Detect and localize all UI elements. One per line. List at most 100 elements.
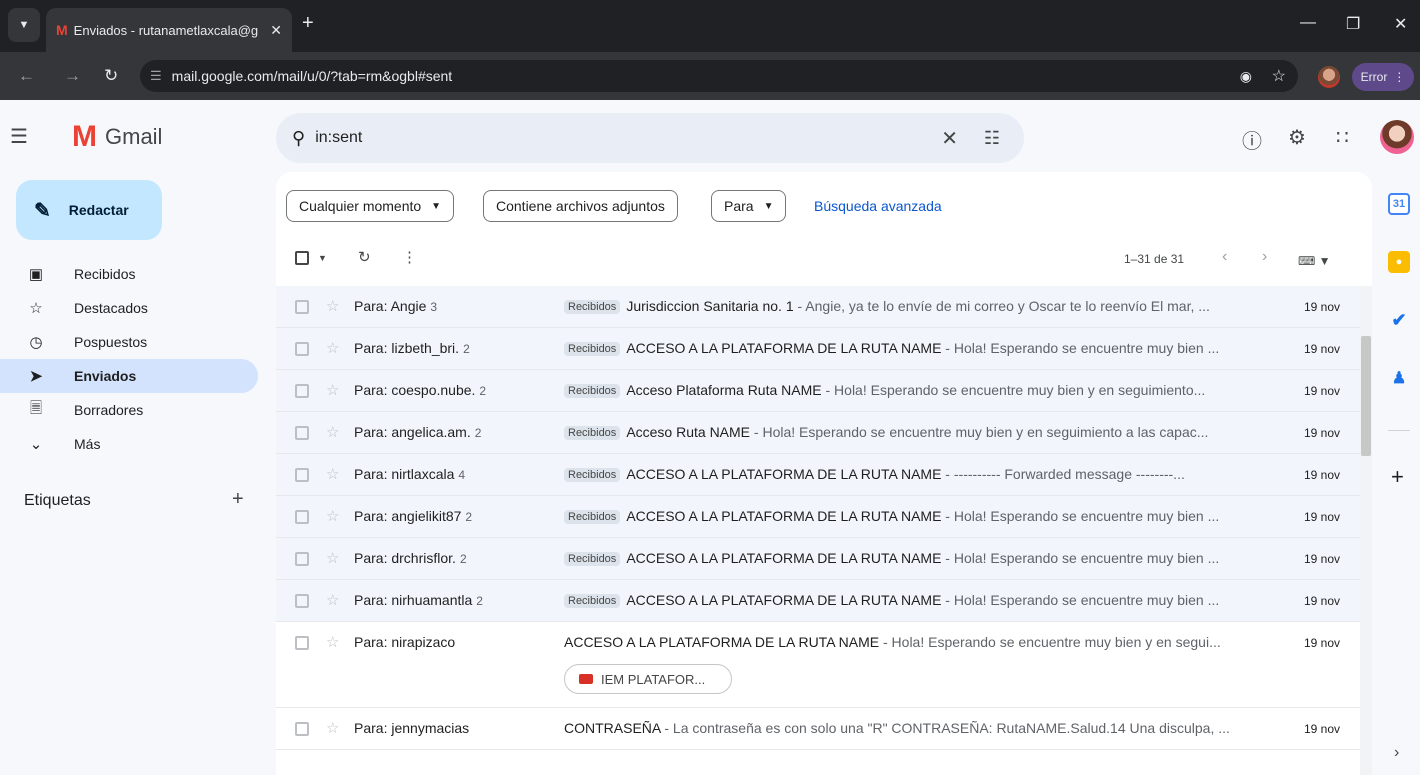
- bookmark-star-icon[interactable]: ☆: [1272, 66, 1286, 86]
- row-star-icon[interactable]: ☆: [326, 591, 339, 609]
- email-row[interactable]: ☆ Para: drchrisflor. 2 Recibidos ACCESO A …: [276, 538, 1360, 580]
- filter-chip-time[interactable]: Cualquier momento ▼: [286, 190, 455, 222]
- keep-icon[interactable]: ●: [1388, 251, 1410, 273]
- select-caret-icon[interactable]: ▼: [318, 253, 327, 263]
- thread-count: 4: [458, 468, 466, 482]
- forward-icon[interactable]: →: [64, 66, 81, 86]
- window-close-icon[interactable]: ✕: [1394, 14, 1407, 34]
- help-icon[interactable]: ⓘ: [1242, 125, 1262, 154]
- browser-toolbar: ← → ↻ ☰ mail.google.com/mail/u/0/?tab=rm…: [0, 52, 1420, 100]
- row-checkbox[interactable]: [295, 468, 309, 482]
- add-label-icon[interactable]: +: [232, 488, 244, 511]
- back-icon[interactable]: ←: [18, 66, 35, 86]
- row-star-icon[interactable]: ☆: [326, 465, 339, 483]
- row-star-icon[interactable]: ☆: [326, 339, 339, 357]
- app-name: Gmail: [105, 124, 163, 149]
- row-checkbox[interactable]: [295, 552, 309, 566]
- row-star-icon[interactable]: ☆: [326, 633, 339, 651]
- reload-icon[interactable]: ↻: [104, 66, 118, 86]
- site-info-icon[interactable]: ☰: [150, 68, 162, 84]
- email-summary: Recibidos ACCESO A LA PLATAFORMA DE LA RU…: [564, 592, 1244, 608]
- email-row[interactable]: ☆ Para: nirtlaxcala 4 Recibidos ACCESO A L…: [276, 454, 1360, 496]
- sidebar-item-enviados[interactable]: ➤ Enviados: [0, 359, 258, 393]
- email-row[interactable]: ☆ Para: angielikit87 2 Recibidos ACCESO A …: [276, 496, 1360, 538]
- prev-page-icon[interactable]: ‹: [1222, 248, 1227, 266]
- restore-icon[interactable]: ❐: [1346, 14, 1360, 34]
- row-star-icon[interactable]: ☆: [326, 297, 339, 315]
- close-tab-icon[interactable]: ✕: [270, 22, 282, 39]
- more-options-icon[interactable]: ⋮: [402, 248, 417, 266]
- search-bar[interactable]: ⚲ in:sent ✕ ☷: [276, 113, 1024, 163]
- expand-side-panel-icon[interactable]: ›: [1394, 744, 1399, 762]
- row-checkbox[interactable]: [295, 426, 309, 440]
- email-row[interactable]: ☆ Para: angelica.am. 2 Recibidos Acceso Ru…: [276, 412, 1360, 454]
- row-checkbox[interactable]: [295, 384, 309, 398]
- email-snippet: - Hola! Esperando se encuentre muy bien …: [941, 592, 1220, 608]
- mail-list-panel: Cualquier momento ▼ Contiene archivos ad…: [276, 172, 1372, 775]
- email-row[interactable]: ☆ Para: Angie 3 Recibidos Jurisdiccion San…: [276, 286, 1360, 328]
- email-subject: ACCESO A LA PLATAFORMA DE LA RUTA NAME: [626, 340, 942, 356]
- error-button[interactable]: Error ⋮: [1352, 63, 1414, 91]
- slides-file-icon: [579, 674, 593, 684]
- new-tab-button[interactable]: +: [302, 12, 314, 35]
- advanced-search-link[interactable]: Búsqueda avanzada: [814, 198, 942, 214]
- row-checkbox[interactable]: [295, 342, 309, 356]
- compose-button[interactable]: ✎ Redactar: [16, 180, 162, 240]
- main-menu-icon[interactable]: ☰: [10, 124, 28, 149]
- browser-tab[interactable]: M Enviados - rutanametlaxcala@g ✕: [46, 8, 292, 52]
- sidebar-item-borradores[interactable]: 🗏 Borradores: [0, 393, 258, 427]
- email-snippet: - Hola! Esperando se encuentre muy bien …: [941, 550, 1220, 566]
- contacts-icon[interactable]: ♟: [1388, 367, 1410, 389]
- account-avatar[interactable]: [1380, 120, 1414, 154]
- get-addons-icon[interactable]: +: [1391, 464, 1404, 490]
- address-bar[interactable]: ☰ mail.google.com/mail/u/0/?tab=rm&ogbl#…: [140, 60, 1298, 92]
- eye-icon[interactable]: ◉: [1240, 68, 1252, 85]
- clear-search-icon[interactable]: ✕: [941, 126, 958, 151]
- list-scrollbar[interactable]: [1360, 286, 1372, 775]
- row-checkbox[interactable]: [295, 594, 309, 608]
- search-options-icon[interactable]: ☷: [984, 128, 1000, 149]
- sidebar-item-pospuestos[interactable]: ◷ Pospuestos: [0, 325, 258, 359]
- email-date: 19 nov: [1303, 426, 1340, 440]
- row-star-icon[interactable]: ☆: [326, 423, 339, 441]
- attachment-chip[interactable]: IEM PLATAFOR...: [564, 664, 732, 694]
- label-badge: Recibidos: [564, 468, 621, 482]
- row-star-icon[interactable]: ☆: [326, 381, 339, 399]
- select-all-checkbox[interactable]: [295, 251, 309, 265]
- email-row[interactable]: ☆ Para: coespo.nube. 2 Recibidos Acceso Pl…: [276, 370, 1360, 412]
- apps-grid-icon[interactable]: ∷: [1336, 125, 1349, 150]
- row-star-icon[interactable]: ☆: [326, 719, 339, 737]
- sidebar-item-mas[interactable]: ⌄ Más: [0, 427, 258, 461]
- row-checkbox[interactable]: [295, 300, 309, 314]
- sidebar-item-label: Enviados: [74, 368, 137, 384]
- filter-chip-to[interactable]: Para ▼: [711, 190, 787, 222]
- search-input[interactable]: in:sent: [315, 129, 362, 147]
- minimize-icon[interactable]: —: [1300, 14, 1316, 32]
- sidebar-item-recibidos[interactable]: ▣ Recibidos: [0, 257, 258, 291]
- email-row[interactable]: ☆ Para: jennymacias CONTRASEÑA - La cont…: [276, 708, 1360, 750]
- browser-profile-avatar[interactable]: [1318, 66, 1340, 88]
- tab-search-button[interactable]: ▼: [8, 8, 40, 42]
- row-checkbox[interactable]: [295, 722, 309, 736]
- email-row[interactable]: ☆ Para: lizbeth_bri. 2 Recibidos ACCESO A …: [276, 328, 1360, 370]
- email-row[interactable]: ☆ Para: nirhuamantla 2 Recibidos ACCESO A …: [276, 580, 1360, 622]
- tasks-icon[interactable]: ✔: [1388, 309, 1410, 331]
- refresh-icon[interactable]: ↻: [358, 248, 371, 266]
- scrollbar-thumb[interactable]: [1361, 336, 1371, 456]
- filter-chip-attachments[interactable]: Contiene archivos adjuntos: [483, 190, 678, 222]
- label-badge: Recibidos: [564, 426, 621, 440]
- email-row[interactable]: ☆ Para: nirapizaco ACCESO A LA PLATAFORM…: [276, 622, 1360, 708]
- row-checkbox[interactable]: [295, 636, 309, 650]
- email-snippet: - La contraseña es con solo una "R" CONT…: [660, 720, 1230, 736]
- search-icon[interactable]: ⚲: [292, 128, 305, 149]
- next-page-icon[interactable]: ›: [1262, 248, 1267, 266]
- row-star-icon[interactable]: ☆: [326, 507, 339, 525]
- calendar-icon[interactable]: 31: [1388, 193, 1410, 215]
- settings-gear-icon[interactable]: ⚙: [1288, 125, 1306, 150]
- gmail-logo[interactable]: M Gmail: [72, 122, 162, 152]
- row-checkbox[interactable]: [295, 510, 309, 524]
- recipient: Para: angielikit87 2: [354, 508, 554, 524]
- sidebar-item-destacados[interactable]: ☆ Destacados: [0, 291, 258, 325]
- input-tools-icon[interactable]: ⌨ ▼: [1298, 254, 1331, 268]
- row-star-icon[interactable]: ☆: [326, 549, 339, 567]
